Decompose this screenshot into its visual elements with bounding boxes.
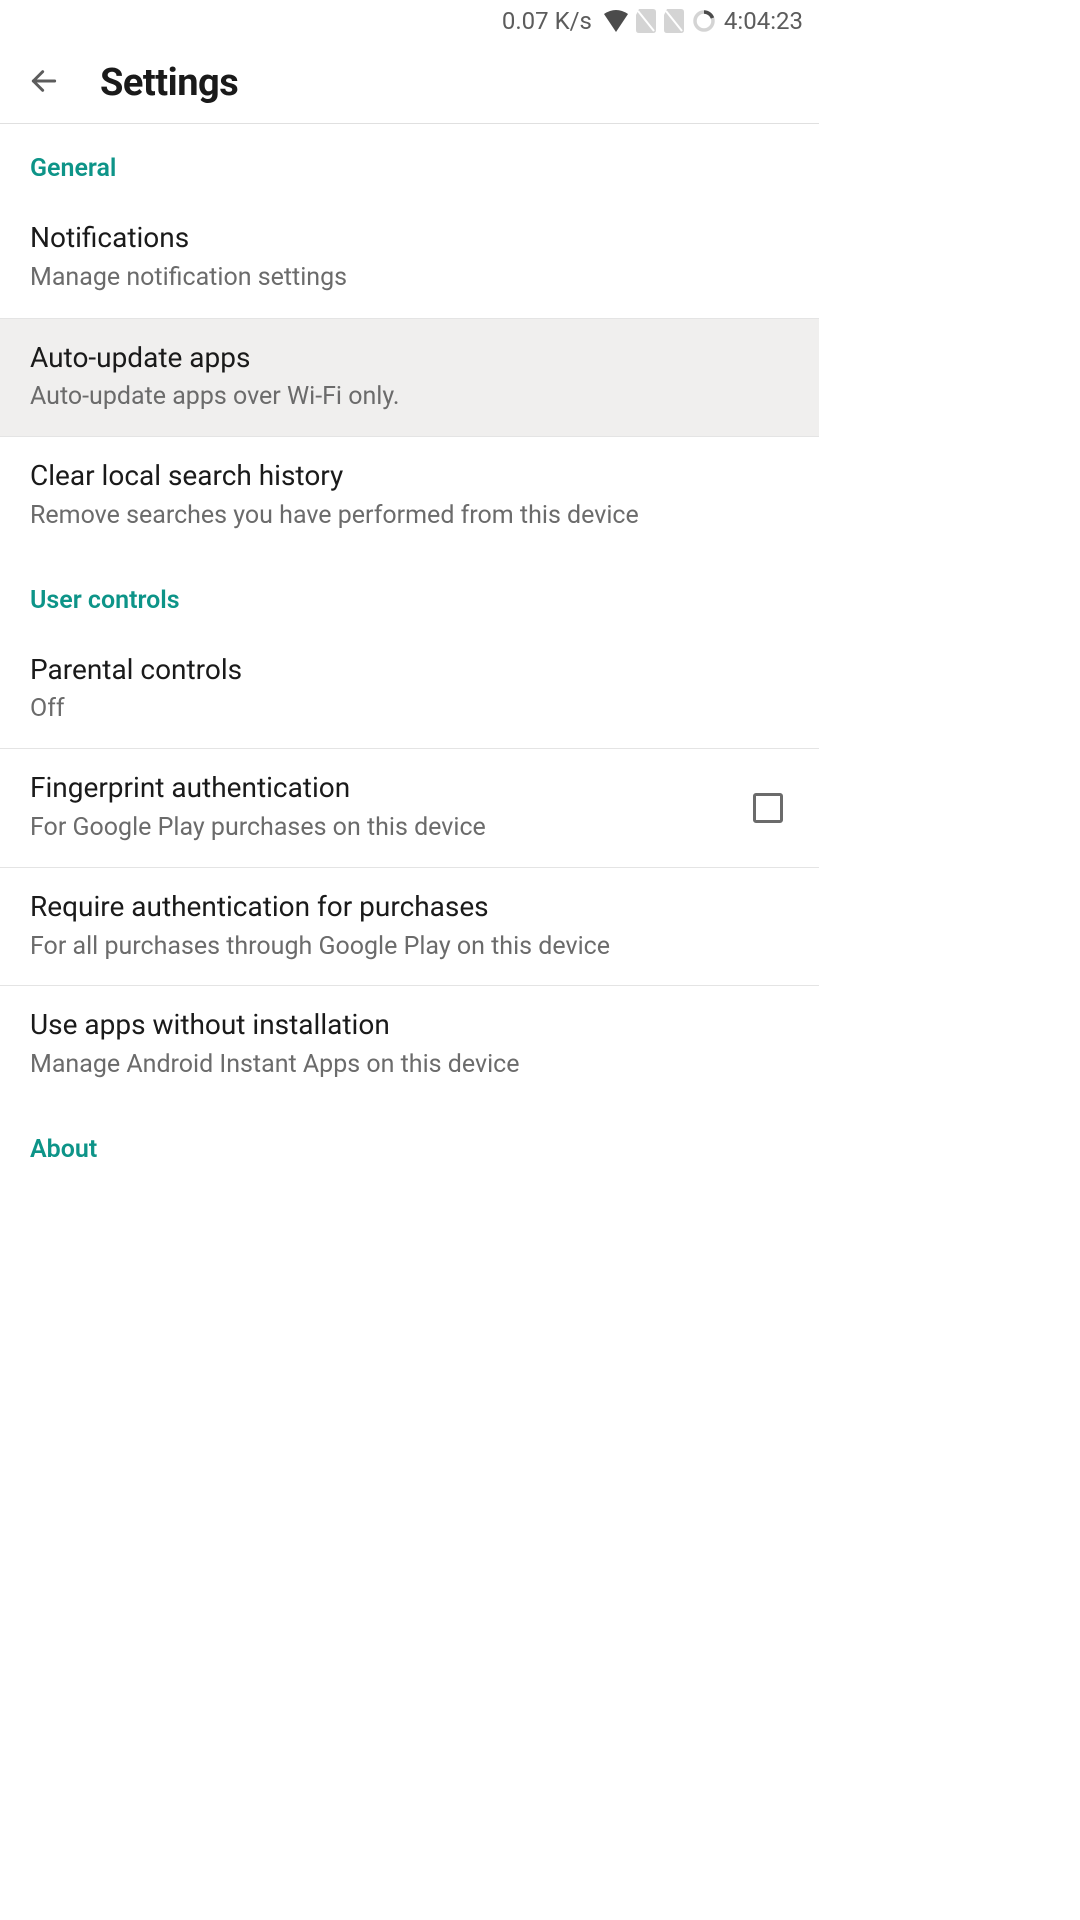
status-bar: 0.07 K/s 4:04:23 [0, 0, 819, 42]
section-header-user-controls: User controls [0, 556, 819, 631]
setting-notifications[interactable]: Notifications Manage notification settin… [0, 199, 819, 318]
no-sim-icon-1 [636, 9, 656, 33]
setting-subtitle: Manage notification settings [30, 261, 789, 295]
setting-subtitle: Manage Android Instant Apps on this devi… [30, 1048, 789, 1082]
setting-title: Clear local search history [30, 457, 789, 495]
no-sim-icon-2 [664, 9, 684, 33]
page-title: Settings [100, 61, 238, 105]
checkbox-fingerprint[interactable] [753, 793, 783, 823]
section-header-about: About [0, 1105, 819, 1180]
setting-title: Notifications [30, 219, 789, 257]
setting-parental-controls[interactable]: Parental controls Off [0, 631, 819, 750]
section-header-general: General [0, 124, 819, 199]
setting-title: Require authentication for purchases [30, 888, 789, 926]
setting-title: Fingerprint authentication [30, 769, 709, 807]
network-speed: 0.07 K/s [502, 7, 592, 35]
setting-require-auth[interactable]: Require authentication for purchases For… [0, 868, 819, 987]
setting-title: Parental controls [30, 651, 789, 689]
setting-subtitle: Remove searches you have performed from … [30, 499, 789, 533]
setting-subtitle: For Google Play purchases on this device [30, 811, 709, 845]
setting-title: Use apps without installation [30, 1006, 789, 1044]
app-bar: Settings [0, 42, 819, 124]
loading-icon [692, 9, 716, 33]
wifi-icon [604, 10, 628, 32]
setting-fingerprint-auth[interactable]: Fingerprint authentication For Google Pl… [0, 749, 819, 868]
setting-auto-update-apps[interactable]: Auto-update apps Auto-update apps over W… [0, 318, 819, 438]
arrow-left-icon [28, 65, 60, 101]
checkbox-unchecked-icon [753, 793, 783, 823]
setting-subtitle: Off [30, 692, 789, 726]
clock: 4:04:23 [724, 7, 803, 35]
setting-title: Auto-update apps [30, 339, 789, 377]
setting-instant-apps[interactable]: Use apps without installation Manage And… [0, 986, 819, 1105]
settings-content: General Notifications Manage notificatio… [0, 124, 819, 1180]
back-button[interactable] [24, 63, 64, 103]
setting-clear-search-history[interactable]: Clear local search history Remove search… [0, 437, 819, 556]
setting-subtitle: Auto-update apps over Wi-Fi only. [30, 380, 789, 414]
setting-subtitle: For all purchases through Google Play on… [30, 930, 789, 964]
